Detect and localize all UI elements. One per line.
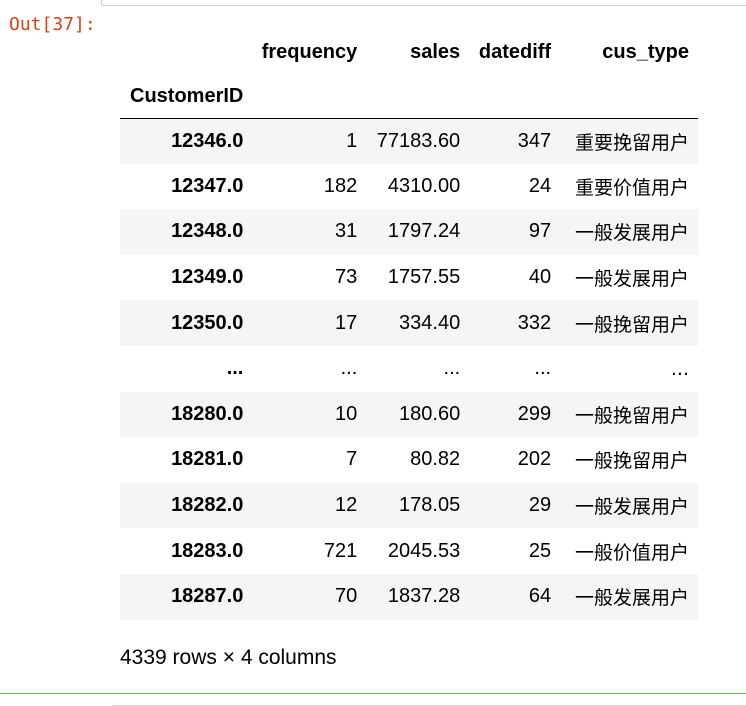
dataframe-shape-text: 4339 rows × 4 columns — [120, 646, 337, 669]
row-index-cell: 18281.0 — [171, 448, 244, 471]
cell-sales: ... — [443, 357, 461, 380]
cell-cus-type: 重要价值用户 — [574, 176, 689, 199]
table-row: 18282.0 12 178.05 29 一般发展用户 — [120, 482, 698, 529]
table-row: 12346.0 1 77183.60 347 重要挽留用户 — [120, 118, 698, 164]
cell-datediff: 24 — [528, 174, 552, 197]
cell-cus-type: 一般挽留用户 — [574, 313, 689, 336]
table-row: 12350.0 17 334.40 332 一般挽留用户 — [120, 300, 698, 346]
index-name-header: CustomerID — [130, 84, 244, 107]
cell-sales: 4310.00 — [387, 174, 461, 197]
corner-header — [120, 30, 252, 75]
cell-divider — [0, 693, 746, 694]
cell-datediff: 64 — [528, 585, 552, 608]
cell-cus-type: ... — [670, 357, 689, 380]
cell-frequency: 70 — [335, 585, 358, 608]
row-index-cell: 18282.0 — [171, 494, 244, 517]
cell-cus-type: 一般发展用户 — [574, 222, 689, 245]
row-index-cell: 12347.0 — [171, 174, 244, 197]
row-index-cell: ... — [226, 357, 244, 380]
previous-cell-border — [101, 0, 746, 6]
table-row: 18280.0 10 180.60 299 一般挽留用户 — [120, 391, 698, 438]
table-row: 12347.0 182 4310.00 24 重要价值用户 — [120, 164, 698, 210]
row-index-cell: 12348.0 — [171, 220, 244, 243]
table-row: 18283.0 721 2045.53 25 一般价值用户 — [120, 528, 698, 574]
cell-frequency: 721 — [323, 539, 358, 562]
row-index-cell: 12346.0 — [171, 129, 244, 152]
cell-sales: 1797.24 — [387, 220, 461, 243]
cell-datediff: 347 — [517, 129, 552, 152]
column-header-datediff: datediff — [478, 41, 552, 63]
cell-datediff: 299 — [517, 402, 552, 425]
cell-datediff: ... — [534, 357, 552, 380]
cell-sales: 1837.28 — [387, 585, 461, 608]
cell-datediff: 40 — [528, 266, 552, 289]
cell-frequency: 182 — [323, 174, 358, 197]
cell-frequency: 12 — [335, 494, 358, 517]
notebook-output-area: Out[37]: frequency sales datediff cus_ty… — [0, 0, 746, 706]
table-row: 18287.0 70 1837.28 64 一般发展用户 — [120, 573, 698, 620]
row-index-cell: 18283.0 — [171, 539, 244, 562]
cell-sales: 334.40 — [399, 311, 461, 334]
cell-frequency: 31 — [335, 220, 358, 243]
cell-cus-type: 一般挽留用户 — [574, 404, 689, 427]
column-header-row: frequency sales datediff cus_type — [120, 30, 698, 75]
row-index-cell: 18287.0 — [171, 585, 244, 608]
cell-cus-type: 一般价值用户 — [574, 541, 689, 564]
cell-frequency: 10 — [335, 402, 358, 425]
output-prompt: Out[37]: — [9, 14, 96, 35]
cell-sales: 77183.60 — [376, 129, 461, 152]
row-index-cell: 12350.0 — [171, 311, 244, 334]
cell-cus-type: 一般发展用户 — [574, 268, 689, 291]
dataframe-table: frequency sales datediff cus_type Custom… — [120, 30, 698, 620]
cell-frequency: 7 — [346, 448, 358, 471]
row-index-cell: 18280.0 — [171, 402, 244, 425]
cell-cus-type: 一般发展用户 — [574, 587, 689, 610]
column-header-cus-type: cus_type — [602, 41, 689, 63]
cell-datediff: 97 — [528, 220, 552, 243]
cell-sales: 80.82 — [410, 448, 461, 471]
cell-sales: 1757.55 — [387, 266, 461, 289]
cell-sales: 178.05 — [399, 494, 461, 517]
cell-cus-type: 重要挽留用户 — [574, 131, 689, 154]
row-index-cell: 12349.0 — [171, 266, 244, 289]
cell-frequency: 1 — [346, 129, 358, 152]
index-name-row: CustomerID — [120, 75, 698, 118]
column-header-sales: sales — [410, 41, 461, 63]
cell-frequency: ... — [340, 357, 358, 380]
table-row: 12349.0 73 1757.55 40 一般发展用户 — [120, 255, 698, 301]
cell-frequency: 17 — [335, 311, 358, 334]
cell-datediff: 25 — [528, 539, 552, 562]
cell-datediff: 29 — [528, 494, 552, 517]
cell-cus-type: 一般挽留用户 — [574, 450, 689, 473]
column-header-frequency: frequency — [261, 41, 358, 63]
cell-datediff: 332 — [517, 311, 552, 334]
cell-sales: 2045.53 — [387, 539, 461, 562]
table-body: 12346.0 1 77183.60 347 重要挽留用户 12347.0 182 4310.… — [120, 118, 698, 620]
cell-cus-type: 一般发展用户 — [574, 496, 689, 519]
table-row: 18281.0 7 80.82 202 一般挽留用户 — [120, 437, 698, 483]
cell-datediff: 202 — [517, 448, 552, 471]
cell-frequency: 73 — [335, 266, 358, 289]
cell-sales: 180.60 — [399, 402, 461, 425]
table-row: 12348.0 31 1797.24 97 一般发展用户 — [120, 209, 698, 255]
table-row: ............... — [120, 346, 698, 392]
